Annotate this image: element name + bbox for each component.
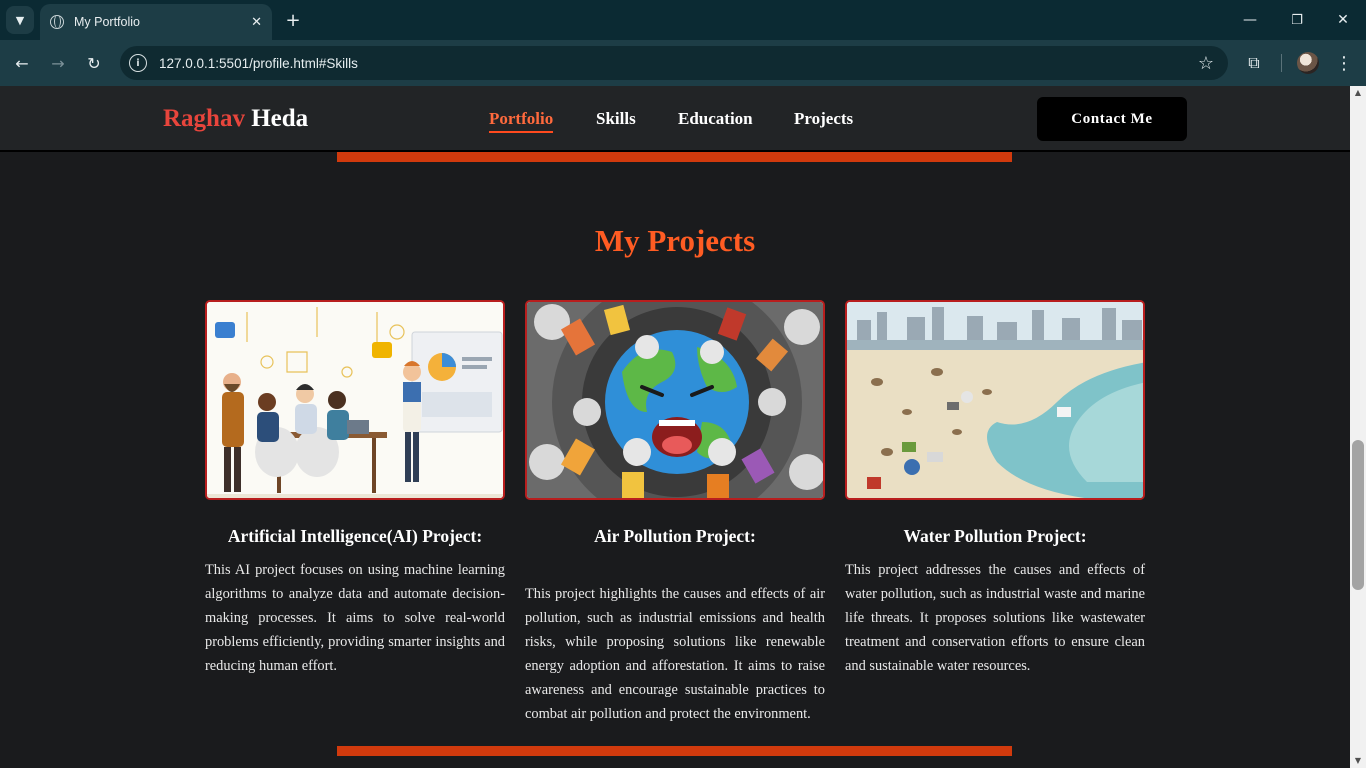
browser-tab[interactable]: My Portfolio ✕ <box>40 4 272 40</box>
contact-me-button[interactable]: Contact Me <box>1037 97 1187 141</box>
scroll-up-icon[interactable]: ▲ <box>1354 89 1362 97</box>
water-pollution-project-title: Water Pollution Project: <box>903 526 1087 546</box>
section-divider-top <box>337 152 1012 162</box>
logo-last-name: Heda <box>251 105 309 132</box>
nav-portfolio[interactable]: Portfolio <box>489 109 554 133</box>
section-divider-bottom <box>337 746 1012 756</box>
tab-title: My Portfolio <box>74 15 140 29</box>
browser-menu-icon[interactable]: ⋮ <box>1334 51 1354 75</box>
forward-icon[interactable]: → <box>46 51 70 75</box>
url-text[interactable]: 127.0.0.1:5501/profile.html#Skills <box>159 56 1198 71</box>
nav-education[interactable]: Education <box>678 109 753 129</box>
scroll-down-icon[interactable]: ▼ <box>1354 757 1362 765</box>
projects-section-title: My Projects <box>594 223 756 258</box>
globe-icon <box>50 15 64 29</box>
ai-project-image <box>205 300 505 500</box>
profile-avatar[interactable] <box>1297 52 1319 74</box>
browser-toolbar: ← → ↻ i 127.0.0.1:5501/profile.html#Skil… <box>0 40 1366 86</box>
ai-project-description: This AI project focuses on using machine… <box>205 562 505 674</box>
restore-icon[interactable]: ❐ <box>1287 8 1307 32</box>
site-info-icon[interactable]: i <box>129 54 147 72</box>
close-tab-icon[interactable]: ✕ <box>251 15 262 30</box>
nav-skills[interactable]: Skills <box>596 109 636 129</box>
logo-first-name: Raghav <box>163 105 245 132</box>
toolbar-separator <box>1281 54 1282 72</box>
scrollbar-thumb[interactable] <box>1352 440 1364 590</box>
water-pollution-project-description: This project addresses the causes and ef… <box>845 562 1145 674</box>
browser-tab-bar: ▼ My Portfolio ✕ + — ❐ ✕ <box>0 0 1366 40</box>
tab-search-icon[interactable]: ▼ <box>6 6 34 34</box>
address-bar[interactable]: i 127.0.0.1:5501/profile.html#Skills ☆ <box>120 46 1228 80</box>
air-pollution-project-title: Air Pollution Project: <box>594 526 756 546</box>
site-logo[interactable]: Raghav Heda <box>163 105 308 133</box>
air-pollution-project-description: This project highlights the causes and e… <box>525 586 825 722</box>
nav-projects[interactable]: Projects <box>794 109 853 129</box>
reload-icon[interactable]: ↻ <box>82 51 106 75</box>
new-tab-icon[interactable]: + <box>283 8 303 32</box>
water-pollution-project-image <box>845 300 1145 500</box>
polluted-earth-illustration-icon <box>527 302 823 498</box>
page-scrollbar[interactable]: ▲ ▼ <box>1350 86 1366 768</box>
polluted-beach-illustration-icon <box>847 302 1143 498</box>
minimize-icon[interactable]: — <box>1240 8 1260 32</box>
ai-project-title: Artificial Intelligence(AI) Project: <box>227 526 483 546</box>
close-window-icon[interactable]: ✕ <box>1333 8 1353 32</box>
extensions-icon[interactable]: ⧉ <box>1244 52 1264 74</box>
bookmark-star-icon[interactable]: ☆ <box>1198 53 1214 74</box>
ai-team-illustration-icon <box>207 302 503 498</box>
back-icon[interactable]: ← <box>10 51 34 75</box>
site-header: Raghav Heda Portfolio Skills Education P… <box>0 86 1350 152</box>
page-viewport: Raghav Heda Portfolio Skills Education P… <box>0 86 1350 768</box>
air-pollution-project-image <box>525 300 825 500</box>
